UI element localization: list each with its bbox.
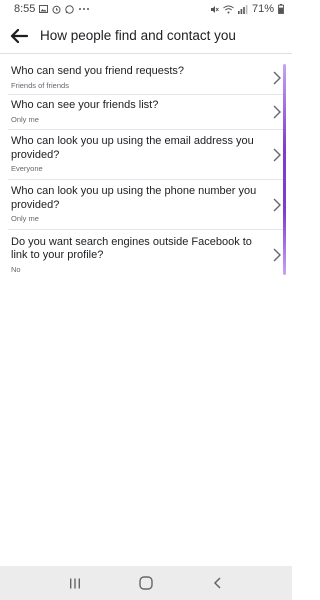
- more-notifications-icon: [78, 7, 90, 11]
- recents-button[interactable]: [60, 571, 90, 595]
- status-right: 71%: [210, 3, 284, 15]
- system-nav-bar: [0, 566, 292, 600]
- page-header: How people find and contact you: [0, 18, 292, 54]
- setting-value: Everyone: [11, 164, 43, 173]
- setting-question: Who can look you up using the email addr…: [11, 135, 254, 161]
- battery-percent: 71%: [251, 3, 274, 15]
- battery-icon: [278, 4, 284, 14]
- setting-value: Only me: [11, 214, 39, 223]
- chevron-right-icon: [273, 198, 281, 212]
- chevron-right-icon: [273, 105, 281, 119]
- setting-value: No: [11, 264, 21, 274]
- setting-email-lookup[interactable]: Who can look you up using the email addr…: [8, 130, 286, 180]
- nav-back-button[interactable]: [202, 571, 232, 595]
- chevron-right-icon: [273, 248, 281, 262]
- setting-question: Who can see your friends list?: [11, 99, 159, 112]
- setting-friend-requests[interactable]: Who can send you friend requests? Friend…: [8, 62, 286, 95]
- signal-icon: [237, 4, 248, 14]
- home-icon: [139, 576, 153, 590]
- setting-text: Do you want search engines outside Faceb…: [11, 236, 262, 275]
- settings-list: Who can send you friend requests? Friend…: [8, 62, 286, 280]
- arrow-left-icon: [10, 28, 28, 43]
- setting-phone-lookup[interactable]: Who can look you up using the phone numb…: [8, 180, 286, 230]
- gallery-icon: [39, 5, 49, 13]
- home-button[interactable]: [131, 571, 161, 595]
- status-left: 8:55: [14, 3, 90, 15]
- alarm-icon: [52, 5, 61, 14]
- setting-search-engines[interactable]: Do you want search engines outside Faceb…: [8, 230, 286, 280]
- setting-text: Who can see your friends list? Only me: [11, 99, 262, 125]
- chevron-right-icon: [273, 148, 281, 162]
- setting-text: Who can look you up using the email addr…: [11, 135, 262, 174]
- recents-icon: [70, 578, 81, 588]
- whatsapp-icon: [65, 4, 75, 14]
- mute-icon: [210, 5, 219, 14]
- setting-value: Only me: [11, 114, 39, 124]
- setting-value: Friends of friends: [11, 80, 69, 90]
- setting-friends-list[interactable]: Who can see your friends list? Only me: [8, 95, 286, 130]
- setting-text: Who can send you friend requests? Friend…: [11, 65, 262, 91]
- status-bar: 8:55 71%: [0, 0, 292, 18]
- nav-back-icon: [213, 577, 221, 589]
- setting-text: Who can look you up using the phone numb…: [11, 185, 262, 224]
- screen: 8:55 71% How people find and contact you…: [0, 0, 292, 600]
- status-time: 8:55: [14, 3, 36, 15]
- back-button[interactable]: [8, 25, 30, 47]
- page-title: How people find and contact you: [40, 28, 236, 43]
- setting-question: Who can look you up using the phone numb…: [11, 185, 257, 211]
- chevron-right-icon: [273, 71, 281, 85]
- wifi-icon: [223, 5, 234, 14]
- scroll-highlight-bar: [283, 64, 286, 275]
- setting-question: Do you want search engines outside Faceb…: [11, 235, 252, 262]
- setting-question: Who can send you friend requests?: [11, 65, 185, 78]
